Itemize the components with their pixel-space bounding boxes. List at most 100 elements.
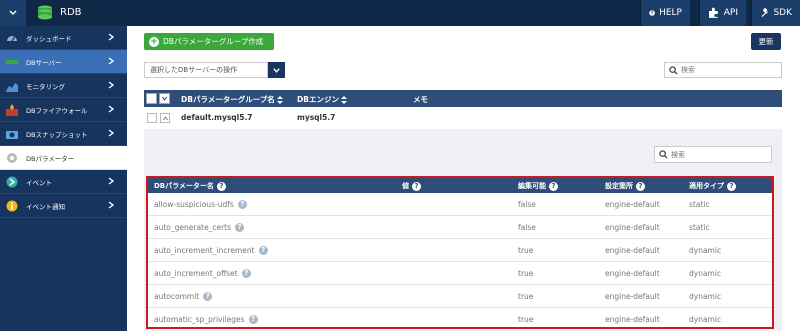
chevron-down-icon — [273, 67, 280, 73]
table-row[interactable]: default.mysql5.7 mysql5.7 — [144, 107, 782, 129]
database-icon — [38, 5, 52, 20]
api-button[interactable]: API — [699, 0, 746, 26]
operation-dropdown-button[interactable] — [268, 62, 285, 78]
row-checkbox[interactable] — [147, 113, 157, 123]
group-search-input[interactable]: 検索 — [664, 62, 782, 78]
apply-type-cell: static — [689, 200, 710, 209]
sidebar-item-label: イベント通知 — [26, 202, 65, 211]
header-db-engine[interactable]: DBエンジン — [297, 94, 347, 105]
sidebar-item-event-notification[interactable]: イベント通知 — [0, 194, 127, 218]
chevron-down-icon — [9, 10, 17, 16]
camera-icon — [6, 128, 18, 140]
table-row: autocommit? true engine-default dynamic — [148, 285, 772, 308]
apply-type-cell: static — [689, 223, 710, 232]
sdk-button[interactable]: SDK — [751, 0, 800, 26]
parameter-detail-panel: 検索 DBパラメーター名? 値? 編集可能? 設定箇所? 適用タイプ? allo… — [144, 129, 782, 331]
help-icon[interactable]: ? — [549, 181, 558, 191]
sort-icon — [276, 95, 283, 104]
help-icon[interactable]: ? — [636, 181, 645, 191]
header-group-name[interactable]: DBパラメーターグループ名 — [181, 94, 283, 105]
sidebar-item-label: DBファイアウォール — [26, 106, 88, 115]
editable-cell: false — [518, 200, 536, 209]
wrench-icon — [761, 8, 768, 17]
help-icon[interactable]: ? — [248, 315, 258, 324]
sidebar-item-monitoring[interactable]: モニタリング — [0, 74, 127, 98]
header-editable: 編集可能? — [518, 181, 558, 191]
chevron-up-icon — [162, 115, 168, 120]
chevron-right-icon — [108, 129, 115, 137]
chart-icon — [6, 80, 18, 92]
collapse-toggle[interactable] — [160, 113, 170, 123]
api-label: API — [723, 8, 738, 18]
parameter-table: DBパラメーター名? 値? 編集可能? 設定箇所? 適用タイプ? allow-s… — [146, 176, 774, 329]
info-icon — [6, 200, 18, 212]
header-label: DBパラメーターグループ名 — [181, 95, 275, 104]
help-button[interactable]: ? HELP — [640, 0, 690, 26]
help-icon[interactable]: ? — [727, 181, 736, 191]
source-cell: engine-default — [605, 246, 660, 255]
source-cell: engine-default — [605, 315, 660, 324]
create-button-label: DBパラメーターグループ作成 — [163, 37, 264, 46]
sidebar-item-dashboard[interactable]: ダッシュボード — [0, 26, 127, 50]
editable-cell: true — [518, 246, 534, 255]
sidebar-item-db-server[interactable]: DBサーバー — [0, 50, 127, 74]
help-icon: ? — [649, 10, 655, 16]
help-icon[interactable]: ? — [216, 181, 226, 191]
parameter-name-cell: automatic_sp_privileges — [154, 315, 245, 324]
group-name-cell: default.mysql5.7 — [181, 113, 253, 122]
search-icon — [669, 65, 678, 75]
menu-toggle-button[interactable] — [0, 0, 26, 26]
top-bar: RDB ? HELP API SDK — [0, 0, 800, 26]
sidebar-item-label: DBパラメーター — [26, 154, 75, 163]
apply-type-cell: dynamic — [689, 269, 722, 278]
sidebar-item-label: イベント — [26, 178, 52, 187]
header-apply-type: 適用タイプ? — [689, 181, 736, 191]
group-table-header: DBパラメーターグループ名 DBエンジン メモ — [144, 90, 782, 107]
puzzle-icon — [708, 7, 718, 18]
sidebar-item-event[interactable]: イベント — [0, 170, 127, 194]
table-row: auto_increment_increment? true engine-de… — [148, 239, 772, 262]
table-row: allow-suspicious-udfs? false engine-defa… — [148, 193, 772, 216]
editable-cell: false — [518, 223, 536, 232]
table-row: auto_increment_offset? true engine-defau… — [148, 262, 772, 285]
help-icon[interactable]: ? — [412, 181, 421, 191]
sidebar-item-db-firewall[interactable]: DBファイアウォール — [0, 98, 127, 122]
chevron-right-icon — [108, 177, 115, 185]
help-icon[interactable]: ? — [203, 292, 213, 301]
select-all-checkbox[interactable] — [146, 93, 157, 104]
help-icon[interactable]: ? — [237, 200, 247, 209]
expand-all-toggle[interactable] — [159, 93, 170, 104]
help-icon[interactable]: ? — [241, 269, 251, 278]
db-engine-cell: mysql5.7 — [297, 113, 336, 122]
help-label: HELP — [659, 8, 682, 18]
header-parameter-name: DBパラメーター名? — [154, 181, 226, 191]
sdk-label: SDK — [773, 8, 792, 18]
refresh-button[interactable]: 更新 — [751, 33, 781, 50]
chevron-right-icon — [108, 201, 115, 209]
parameter-search-input[interactable]: 検索 — [654, 146, 772, 163]
source-cell: engine-default — [605, 292, 660, 301]
search-placeholder: 検索 — [681, 66, 695, 74]
main-content: + DBパラメーターグループ作成 更新 選択したDBサーバーの操作 検索 DBパ… — [127, 26, 800, 331]
source-cell: engine-default — [605, 269, 660, 278]
chevron-right-icon — [108, 81, 115, 89]
header-source: 設定箇所? — [605, 181, 645, 191]
sort-icon — [340, 95, 347, 104]
editable-cell: true — [518, 315, 534, 324]
sidebar-item-label: ダッシュボード — [26, 34, 72, 43]
help-icon[interactable]: ? — [258, 246, 268, 255]
sidebar-item-db-snapshot[interactable]: DBスナップショット — [0, 122, 127, 146]
table-row: auto_generate_certs? false engine-defaul… — [148, 216, 772, 239]
operation-select[interactable]: 選択したDBサーバーの操作 — [144, 62, 268, 78]
header-label: 編集可能 — [518, 182, 546, 190]
search-icon — [659, 150, 668, 159]
chevron-right-icon — [108, 105, 115, 113]
app-title: RDB — [60, 7, 82, 18]
sidebar-item-db-parameter[interactable]: DBパラメーター — [0, 146, 127, 170]
parameter-name-cell: autocommit — [154, 292, 200, 301]
chevron-right-icon — [108, 33, 115, 41]
firewall-icon — [6, 103, 18, 116]
header-label: メモ — [413, 95, 428, 104]
create-parameter-group-button[interactable]: + DBパラメーターグループ作成 — [144, 33, 274, 50]
help-icon[interactable]: ? — [235, 223, 245, 232]
